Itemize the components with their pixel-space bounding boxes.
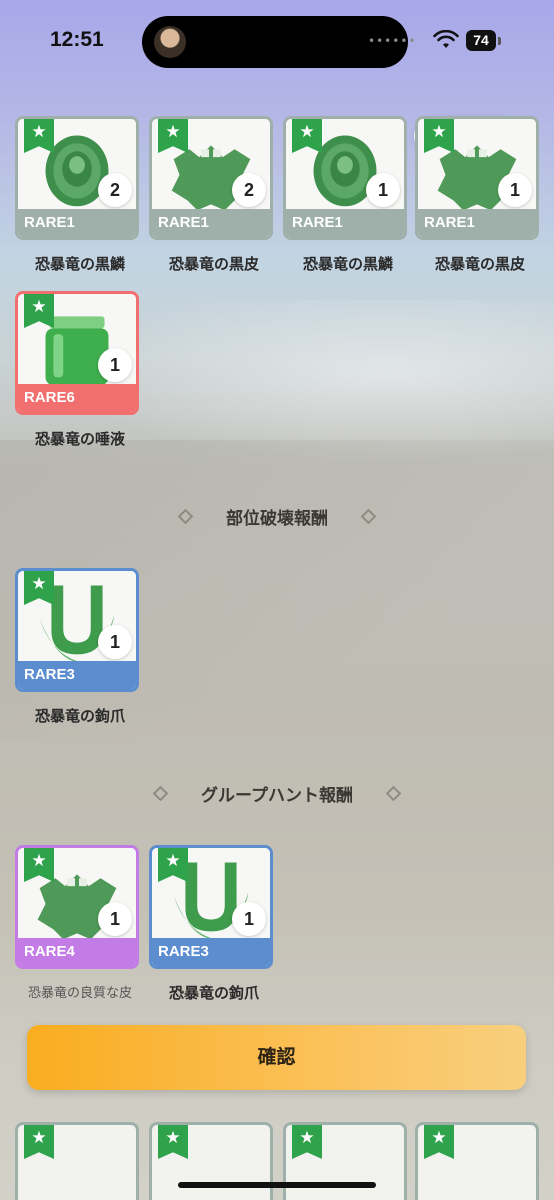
item-count: 1 [498,173,532,207]
item-name: 恐暴竜の黒皮 [168,255,259,273]
reward-item[interactable]: ★ 1 RARE4 恐暴竜の良質な皮 [15,845,139,1001]
reward-item[interactable]: ★ 2 RARE1 恐暴竜の黒皮 [149,116,273,274]
reward-item[interactable]: ★ 1 RARE6 恐暴竜の唾液 [15,291,139,449]
battery-tip [498,37,501,45]
item-count: 1 [98,625,132,659]
reward-item[interactable]: ★ 2 RARE1 恐暴竜の黒鱗 [15,116,139,274]
item-count: 1 [366,173,400,207]
item-card-peek: ★ [15,1122,139,1200]
item-count: 2 [98,173,132,207]
diamond-icon [152,785,169,802]
item-card-peek: ★ [149,1122,273,1200]
item-count: 1 [98,348,132,382]
item-count: 2 [232,173,266,207]
wifi-icon [433,30,459,48]
home-indicator[interactable] [178,1182,376,1188]
diamond-icon [385,785,402,802]
rarity-label: RARE1 [18,209,136,237]
rarity-label: RARE1 [286,209,404,237]
rarity-label: RARE6 [18,384,136,412]
item-card[interactable]: ★ 1 RARE4 [15,845,139,969]
star-icon: ★ [24,1125,54,1159]
item-count: 1 [98,902,132,936]
section-header-group-hunt: グループハント報酬 [0,781,554,811]
item-name: 恐暴竜の唾液 [34,430,125,448]
reward-item[interactable]: ★ 1 RARE1 恐暴竜の黒鱗 [283,116,407,274]
dynamic-island: •••••• [142,16,415,68]
item-name: 恐暴竜の鉤爪 [34,707,125,725]
diamond-icon [360,508,377,525]
item-name: 恐暴竜の黒皮 [434,255,525,273]
avatar [154,26,186,58]
section-title: グループハント報酬 [201,786,353,806]
item-name: 恐暴竜の鉤爪 [168,984,259,1002]
star-icon: ★ [292,1125,322,1159]
item-card[interactable]: ★ 1 RARE3 [15,568,139,692]
item-name: 恐暴竜の良質な皮 [27,986,132,1001]
star-icon: ★ [158,1125,188,1159]
section-header-part-break: 部位破壊報酬 [0,504,554,534]
battery-indicator: 74 [466,30,496,51]
reward-item[interactable]: ★ 1 RARE3 恐暴竜の鉤爪 [15,568,139,726]
item-name: 恐暴竜の黒鱗 [302,255,393,273]
item-card[interactable]: ★ 1 RARE6 [15,291,139,415]
rarity-label: RARE3 [18,661,136,689]
item-card-peek: ★ [283,1122,407,1200]
rarity-label: RARE3 [152,938,270,966]
star-icon: ★ [424,1125,454,1159]
item-card[interactable]: ★ 2 RARE1 [149,116,273,240]
status-bar: 12:51 •••••• 74 [0,0,554,80]
rarity-label: RARE1 [152,209,270,237]
dots-icon: •••••• [368,34,417,48]
item-card[interactable]: ★ 1 RARE1 [415,116,539,240]
item-name: 恐暴竜の黒鱗 [34,255,125,273]
item-card[interactable]: ★ 1 RARE3 [149,845,273,969]
confirm-button[interactable]: 確認 [27,1025,526,1090]
reward-item[interactable]: ★ 1 RARE1 恐暴竜の黒皮 [415,116,539,274]
rarity-label: RARE4 [18,938,136,966]
diamond-icon [177,508,194,525]
item-card[interactable]: ★ 1 RARE1 [283,116,407,240]
reward-item[interactable]: ★ 1 RARE3 恐暴竜の鉤爪 [149,845,273,1003]
rarity-label: RARE1 [418,209,536,237]
item-count: 1 [232,902,266,936]
section-title: 部位破壊報酬 [226,509,328,529]
item-card[interactable]: ★ 2 RARE1 [15,116,139,240]
item-card-peek: ★ [415,1122,539,1200]
clock: 12:51 [50,28,104,51]
